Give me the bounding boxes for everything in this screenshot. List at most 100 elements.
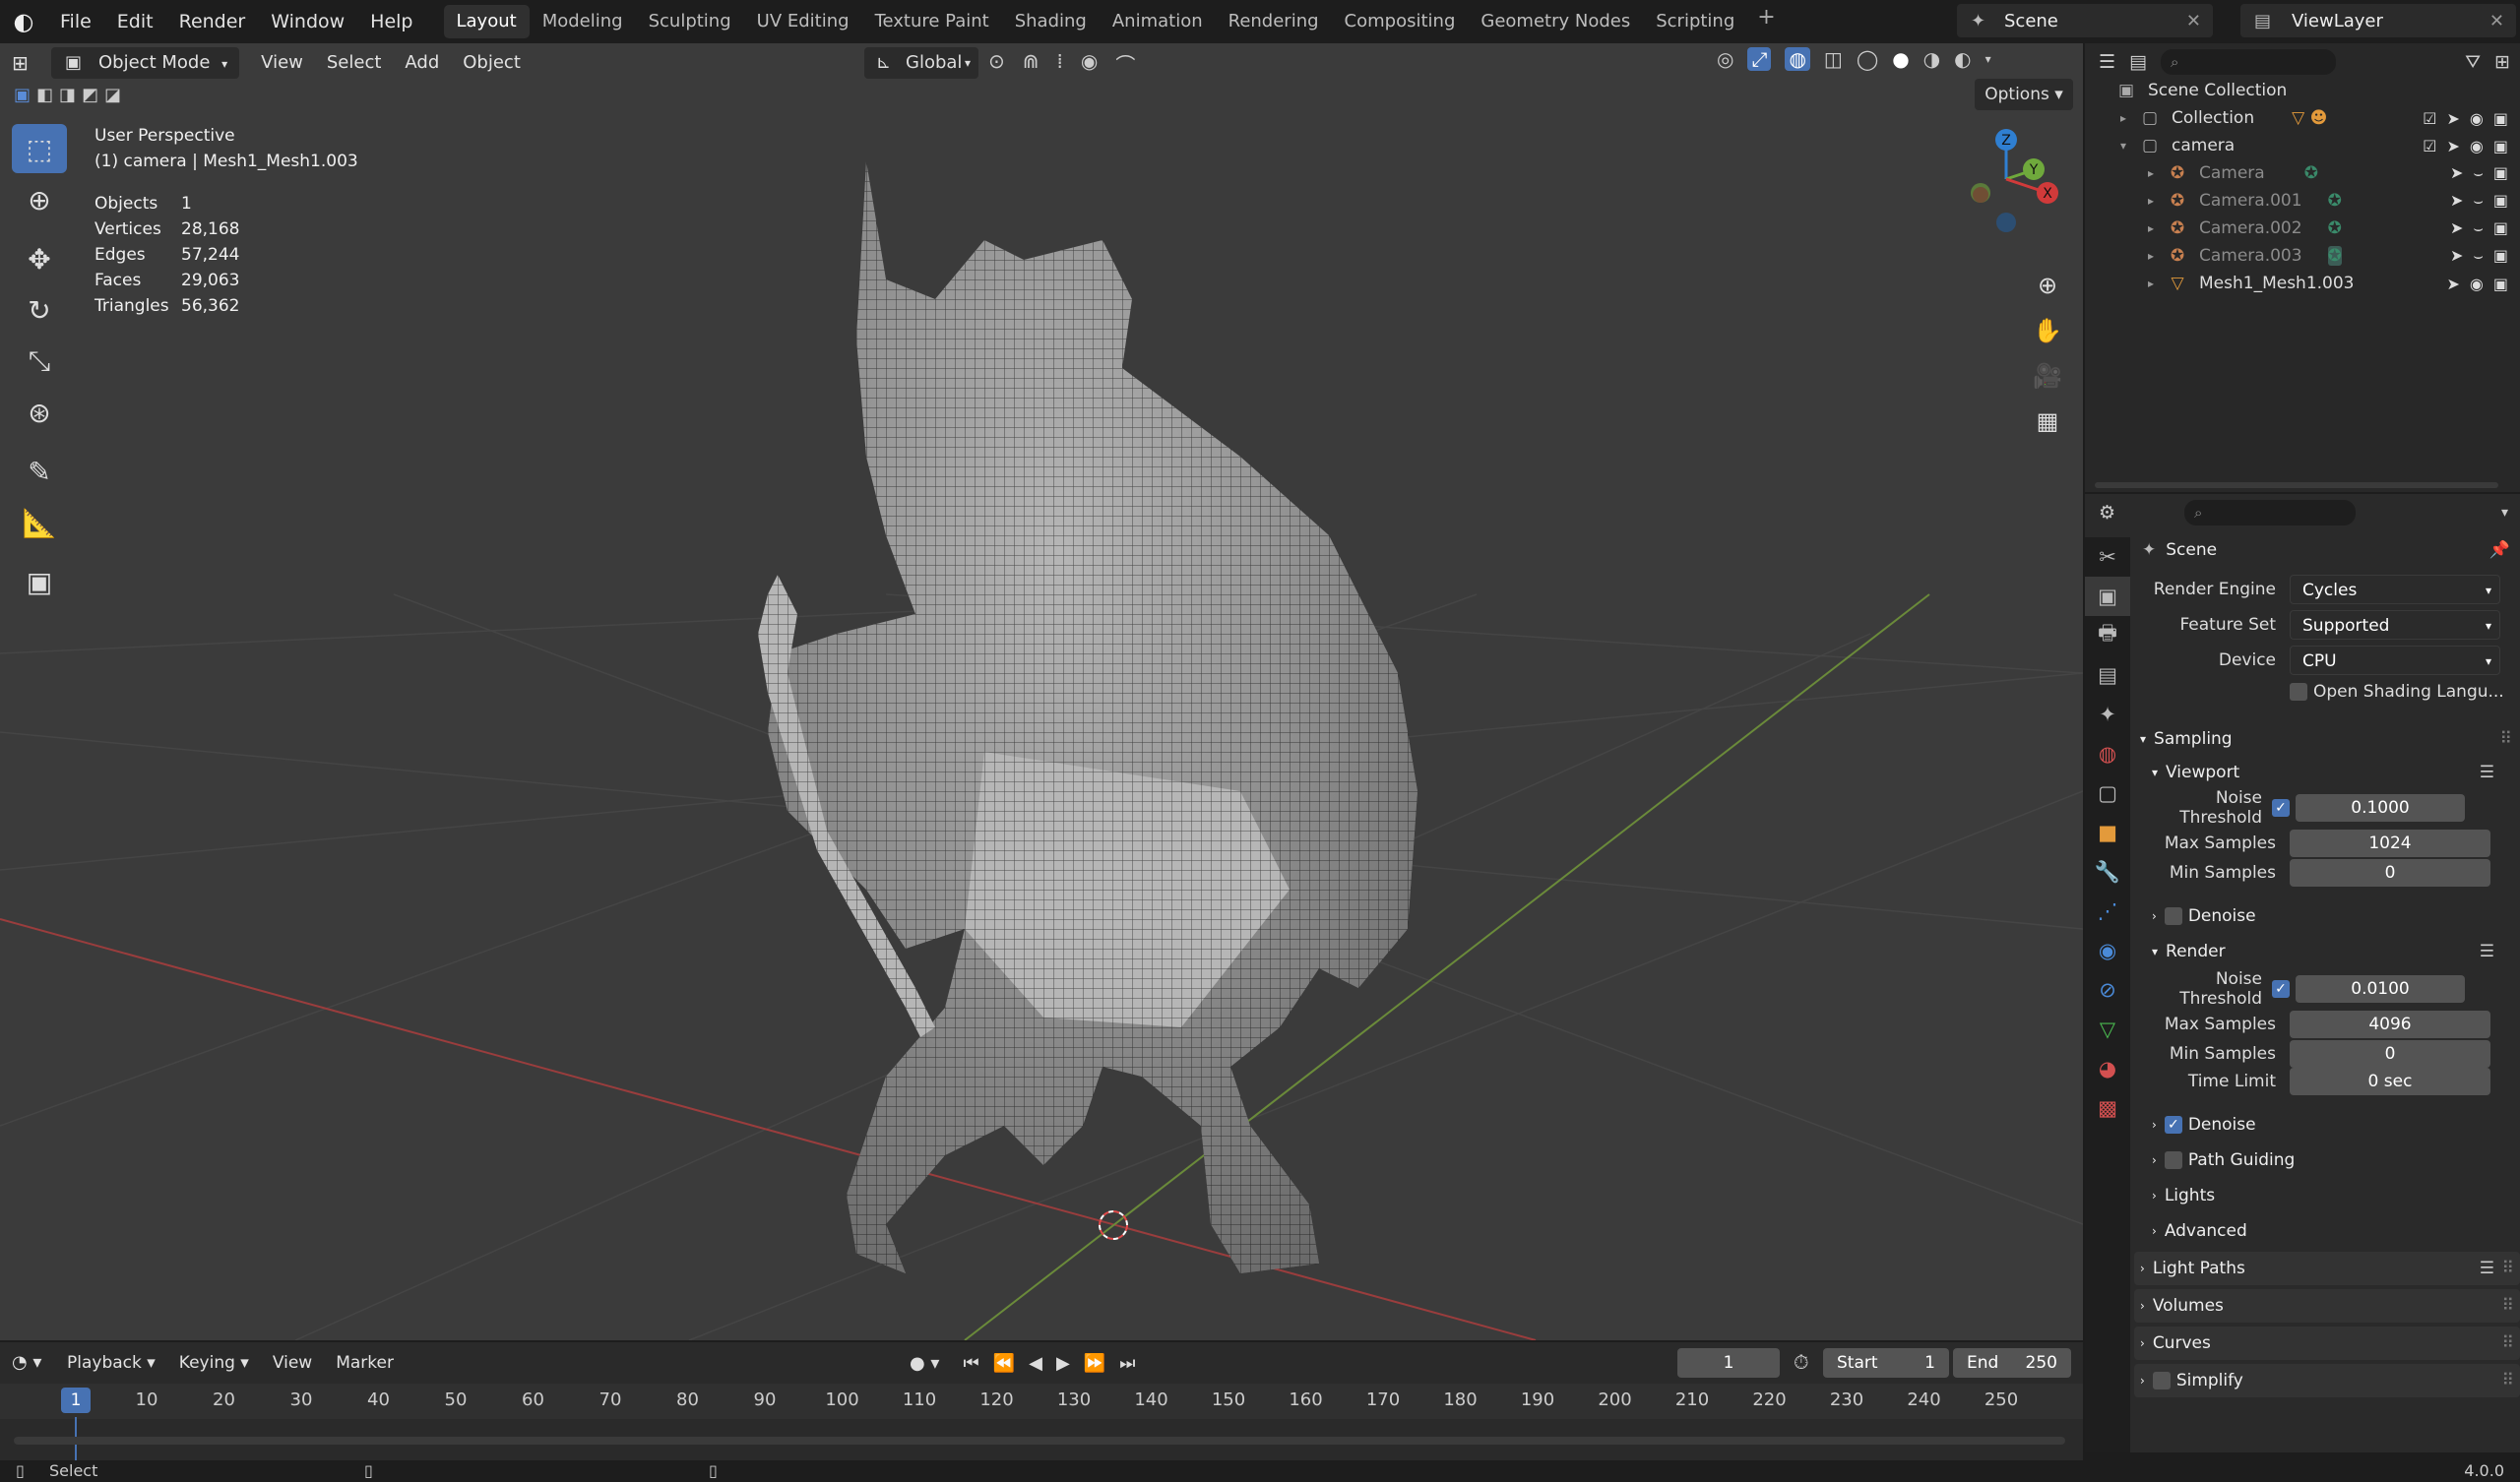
eye-closed-icon[interactable]: ⌣ <box>2473 218 2484 238</box>
select-arrow-icon[interactable]: ➤ <box>2450 218 2463 238</box>
select-arrow-icon[interactable]: ➤ <box>2450 246 2463 266</box>
select-arrow-icon[interactable]: ➤ <box>2450 191 2463 211</box>
outliner-item-camera-001[interactable]: ▸ ✪ Camera.001 ✪ ➤ ⌣ ▣ <box>2085 187 2520 215</box>
stopwatch-icon[interactable]: ⏱ <box>1794 1350 1809 1374</box>
outliner-item-camera-collection[interactable]: ▾ ▢ camera ☑ ➤ ◉ ▣ <box>2085 132 2520 159</box>
vp-denoise-checkbox[interactable] <box>2164 907 2182 925</box>
move-tool-icon[interactable]: ✥ <box>12 234 67 283</box>
chevron-down-icon[interactable]: ▾ <box>1985 52 1991 66</box>
outliner-search-input[interactable]: ⌕ <box>2161 49 2336 75</box>
expand-arrow-icon[interactable]: ▸ <box>2148 166 2166 180</box>
presets-icon[interactable]: ☰ <box>2480 1259 2494 1278</box>
vp-min-field[interactable]: 0 <box>2290 859 2490 887</box>
data-tab-icon[interactable]: ▽ <box>2085 1010 2130 1049</box>
view-layer-selector[interactable]: ▤ ViewLayer ✕ <box>2240 4 2516 37</box>
select-extend-icon[interactable]: ◧ <box>36 85 53 105</box>
render-subpanel-header[interactable]: ▾ Render ☰ <box>2134 935 2520 968</box>
outliner-item-mesh[interactable]: ▸ ▽ Mesh1_Mesh1.003 ➤ ◉ ▣ <box>2085 270 2520 297</box>
perspective-toggle-icon[interactable]: ▦ <box>2028 401 2067 441</box>
sampling-panel-header[interactable]: ▾ Sampling ⠿ <box>2134 722 2520 756</box>
drag-handle-icon[interactable]: ⠿ <box>2502 1259 2514 1278</box>
menu-render[interactable]: Render <box>166 0 259 43</box>
jump-end-icon[interactable]: ⏭ <box>1119 1353 1135 1374</box>
outliner-root[interactable]: ▣ Scene Collection <box>2085 77 2520 104</box>
feature-set-dropdown[interactable]: Supported ▾ <box>2290 610 2500 640</box>
menu-file[interactable]: File <box>47 0 104 43</box>
select-arrow-icon[interactable]: ➤ <box>2447 275 2460 293</box>
r-min-field[interactable]: 0 <box>2290 1040 2490 1068</box>
noise-threshold-checkbox[interactable]: ✓ <box>2272 980 2290 998</box>
expand-arrow-icon[interactable]: ▸ <box>2148 277 2166 290</box>
expand-arrow-icon[interactable]: ▾ <box>2120 139 2138 153</box>
object-mode-dropdown[interactable]: ▣ Object Mode ▾ <box>51 47 240 79</box>
editor-type-icon[interactable]: ☰ <box>2099 51 2115 73</box>
annotate-tool-icon[interactable]: ✎ <box>12 447 67 496</box>
record-icon[interactable]: ● ▾ <box>910 1353 939 1374</box>
output-tab-icon[interactable]: 🖶 <box>2085 616 2130 655</box>
volumes-panel-header[interactable]: › Volumes ⠿ <box>2134 1289 2520 1323</box>
path-guiding-checkbox[interactable] <box>2164 1151 2182 1169</box>
navigation-gizmo[interactable]: Z Y X <box>1949 122 2067 240</box>
zoom-icon[interactable]: ⊕ <box>2028 266 2067 305</box>
rendered-shading-icon[interactable]: ◐ <box>1954 47 1971 71</box>
display-mode-icon[interactable]: ▤ <box>2129 51 2147 73</box>
pan-hand-icon[interactable]: ✋ <box>2028 311 2067 350</box>
simplify-checkbox[interactable] <box>2152 1372 2171 1389</box>
material-tab-icon[interactable]: ◕ <box>2085 1049 2130 1088</box>
end-frame-field[interactable]: End 250 <box>1953 1348 2071 1378</box>
current-frame-indicator[interactable]: 1 <box>61 1388 91 1413</box>
overlay-toggle-icon[interactable]: ◍ <box>1785 47 1810 71</box>
checkbox-icon[interactable]: ☑ <box>2423 137 2436 155</box>
pin-icon[interactable]: 📌 <box>2489 540 2510 560</box>
expand-arrow-icon[interactable]: ▸ <box>2120 111 2138 125</box>
menu-add[interactable]: Add <box>393 47 451 79</box>
presets-icon[interactable]: ☰ <box>2480 763 2494 782</box>
tab-rendering[interactable]: Rendering <box>1216 5 1332 38</box>
xray-icon[interactable]: ◫ <box>1824 47 1843 71</box>
select-arrow-icon[interactable]: ➤ <box>2447 109 2460 128</box>
current-frame-field[interactable]: 1 <box>1677 1348 1780 1378</box>
rhino-warrior-mesh[interactable] <box>758 161 1418 1273</box>
editor-type-icon[interactable]: ◔ ▾ <box>0 1347 55 1379</box>
r-denoise-header[interactable]: › ✓ Denoise <box>2134 1108 2520 1142</box>
filter-icon[interactable]: ⛛ <box>2465 51 2481 73</box>
select-new-icon[interactable]: ▣ <box>14 85 31 105</box>
menu-edit[interactable]: Edit <box>104 0 166 43</box>
lights-header[interactable]: › Lights <box>2134 1179 2520 1212</box>
render-tab-icon[interactable]: ▣ <box>2085 577 2130 616</box>
render-camera-icon[interactable]: ▣ <box>2493 246 2508 266</box>
scale-tool-icon[interactable]: ⤡ <box>12 337 67 386</box>
vp-noise-field[interactable]: 0.1000 <box>2296 794 2465 822</box>
collection-tab-icon[interactable]: ▢ <box>2085 773 2130 813</box>
expand-arrow-icon[interactable]: ▸ <box>2148 194 2166 208</box>
tab-layout[interactable]: Layout <box>443 5 530 38</box>
timeline-ruler[interactable]: 1 10 20 30 40 50 60 70 80 90 100 110 120 130 140 150 16… <box>0 1384 2083 1419</box>
particles-tab-icon[interactable]: ⋰ <box>2085 892 2130 931</box>
jump-keyframe-forward-icon[interactable]: ⏩ <box>1084 1353 1105 1374</box>
cursor-tool-icon[interactable]: ⊕ <box>12 175 67 224</box>
menu-window[interactable]: Window <box>258 0 357 43</box>
eye-icon[interactable]: ◉ <box>2470 275 2484 293</box>
camera-view-icon[interactable]: 🎥 <box>2028 356 2067 396</box>
select-subtract-icon[interactable]: ◨ <box>59 85 76 105</box>
physics-tab-icon[interactable]: ◉ <box>2085 931 2130 970</box>
gizmo-toggle-icon[interactable]: ⤢ <box>1747 47 1772 71</box>
outliner-item-camera-003[interactable]: ▸ ✪ Camera.003 ✪ ➤ ⌣ ▣ <box>2085 242 2520 270</box>
curves-panel-header[interactable]: › Curves ⠿ <box>2134 1327 2520 1360</box>
tab-texture-paint[interactable]: Texture Paint <box>862 5 1002 38</box>
falloff-icon[interactable]: ⌒ <box>1115 49 1135 78</box>
checkbox-icon[interactable]: ☑ <box>2423 109 2436 128</box>
device-dropdown[interactable]: CPU ▾ <box>2290 646 2500 675</box>
snap-target-icon[interactable]: ⁞ <box>1057 49 1063 78</box>
timeline-scrollbar[interactable] <box>14 1437 2065 1445</box>
expand-arrow-icon[interactable]: ▸ <box>2148 249 2166 263</box>
eye-closed-icon[interactable]: ⌣ <box>2473 163 2484 183</box>
wireframe-shading-icon[interactable]: ◯ <box>1857 47 1878 71</box>
tab-scripting[interactable]: Scripting <box>1643 5 1747 38</box>
add-cube-tool-icon[interactable]: ▣ <box>12 557 67 606</box>
render-camera-icon[interactable]: ▣ <box>2493 218 2508 238</box>
rotate-tool-icon[interactable]: ↻ <box>12 285 67 335</box>
advanced-header[interactable]: › Advanced <box>2134 1214 2520 1248</box>
pin-icon[interactable]: ✕ <box>2186 11 2201 31</box>
solid-shading-icon[interactable]: ● <box>1892 47 1909 71</box>
